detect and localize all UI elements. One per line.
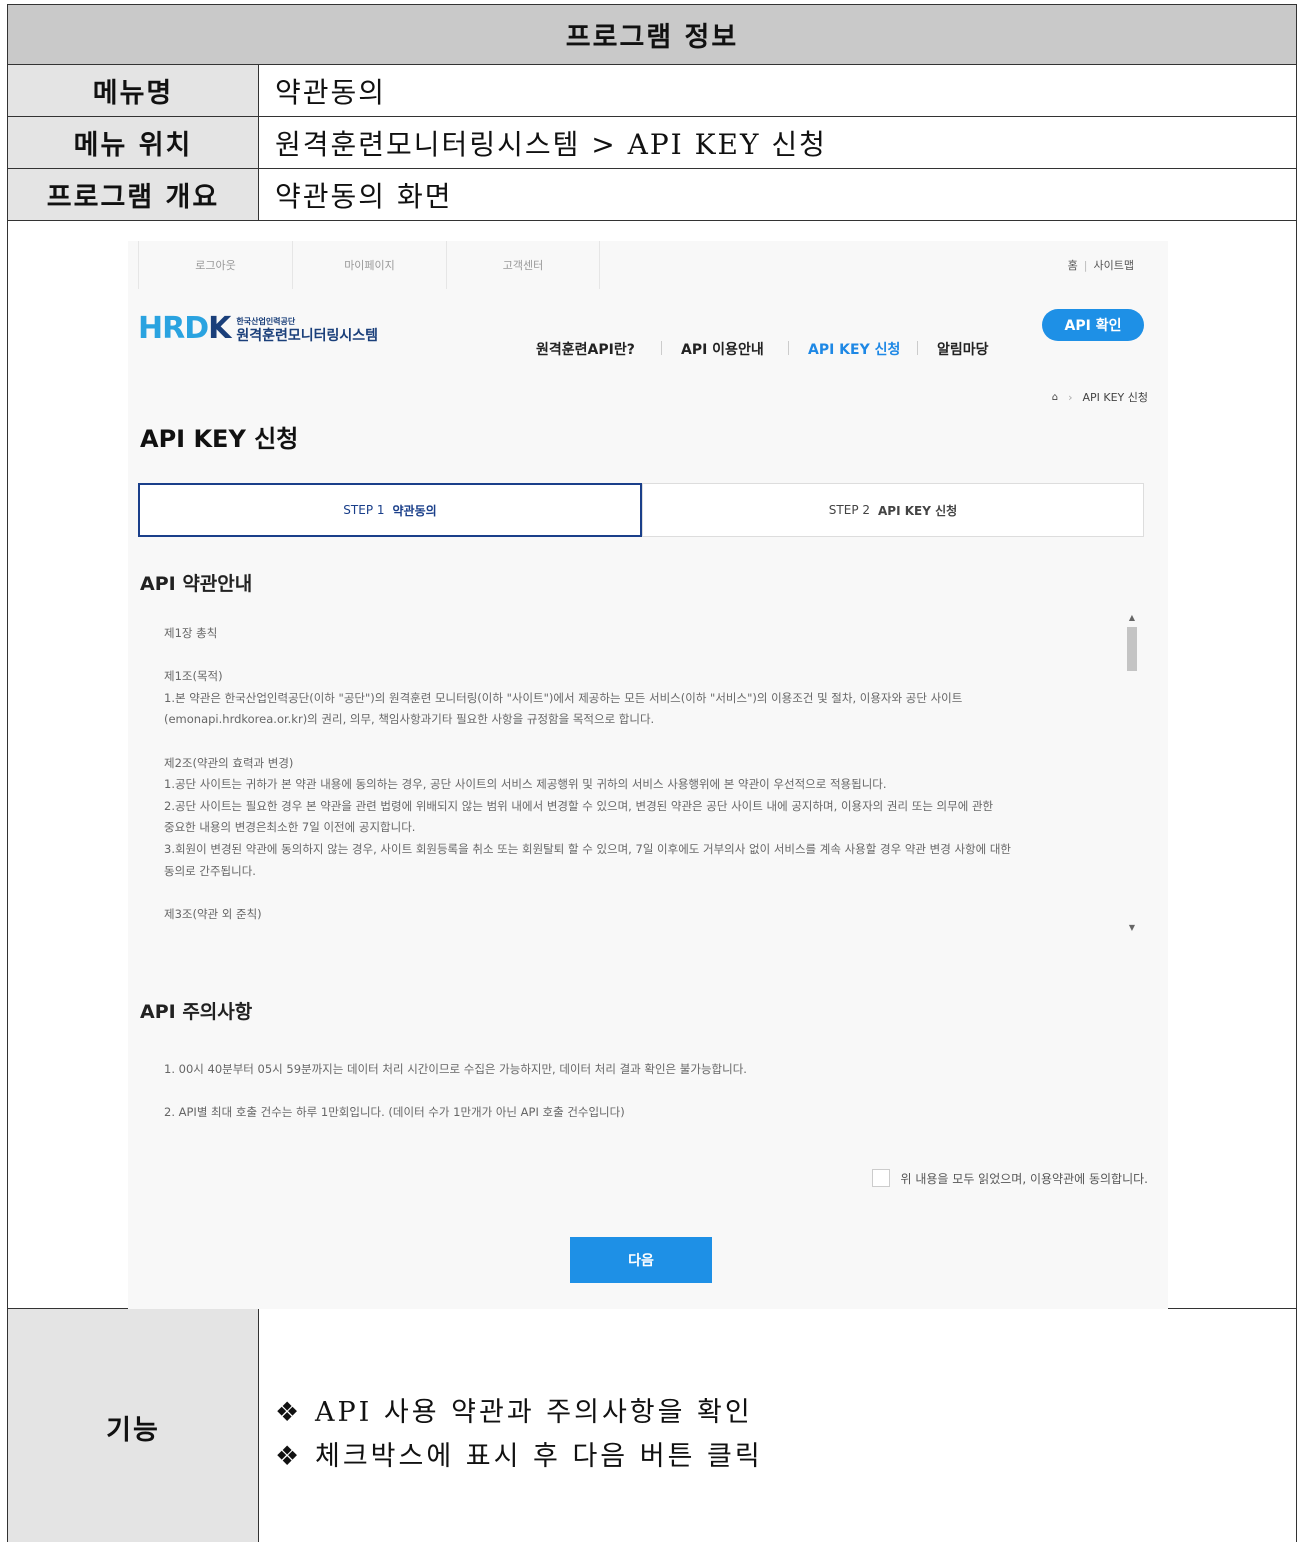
terms-line: 제3조(약관 외 준칙) (164, 906, 262, 921)
step-indicator: STEP 1 약관동의 STEP 2 API KEY 신청 (138, 483, 1144, 537)
terms-line: (emonapi.hrdkorea.or.kr)의 권리, 의무, 책임사항과기… (164, 712, 655, 727)
terms-agreement-screen: 로그아웃 마이페이지 고객센터 홈 | 사이트맵 HRDK 한국산업인력공단 원격훈… (128, 241, 1168, 1309)
terms-line: 제1조(목적) (164, 669, 223, 684)
terms-line: 1.공단 사이트는 귀하가 본 약관 내용에 동의하는 경우, 공단 사이트의 … (164, 777, 887, 792)
program-summary-label: 프로그램 개요 (8, 169, 259, 220)
terms-line: 제1장 총칙 (164, 626, 218, 640)
menu-name-label: 메뉴명 (8, 65, 259, 116)
nav-item-about[interactable]: 원격훈련API란? (536, 339, 635, 359)
nav-item-notice[interactable]: 알림마당 (937, 339, 989, 359)
function-list: ❖ API 사용 약관과 주의사항을 확인 ❖ 체크박스에 표시 후 다음 버튼 클… (275, 1391, 763, 1479)
notice-item: 2. API별 최대 호출 건수는 하루 1만회입니다. (데이터 수가 1만개… (164, 1105, 625, 1119)
utility-right-links: 홈 | 사이트맵 (1067, 259, 1134, 272)
nav-item-api-key[interactable]: API KEY 신청 (808, 339, 900, 359)
function-item: ❖ API 사용 약관과 주의사항을 확인 (275, 1391, 763, 1435)
mypage-link[interactable]: 마이페이지 (292, 241, 446, 289)
page-title: API KEY 신청 (140, 425, 299, 453)
scroll-up-icon[interactable]: ▲ (1124, 609, 1140, 625)
agree-checkbox-row[interactable]: 위 내용을 모두 읽었으며, 이용약관에 동의합니다. (872, 1169, 1148, 1187)
notice-item: 1. 00시 40분부터 05시 59분까지는 데이터 처리 시간이므로 수집은… (164, 1062, 747, 1076)
menu-location-value: 원격훈련모니터링시스템 > API KEY 신청 (275, 127, 827, 161)
terms-line: 제2조(약관의 효력과 변경) (164, 755, 294, 770)
step-2-number: STEP 2 (828, 503, 871, 517)
breadcrumb: ⌂ › API KEY 신청 (1052, 389, 1148, 405)
sitemap-link[interactable]: 사이트맵 (1094, 259, 1134, 272)
next-button[interactable]: 다음 (570, 1237, 712, 1283)
step-1-number: STEP 1 (343, 503, 385, 517)
breadcrumb-current: API KEY 신청 (1082, 391, 1148, 404)
customer-center-link[interactable]: 고객센터 (446, 241, 600, 289)
logout-link[interactable]: 로그아웃 (138, 241, 292, 289)
terms-section-title: API 약관안내 (140, 573, 253, 595)
step-1: STEP 1 약관동의 (138, 483, 642, 537)
terms-gap (164, 731, 1114, 753)
nav-item-guide[interactable]: API 이용안내 (681, 339, 764, 359)
program-info-table: 프로그램 정보 메뉴명 약관동의 메뉴 위치 원격훈련모니터링시스템 > API… (7, 4, 1297, 1542)
terms-gap (164, 882, 1114, 904)
terms-scroll-box[interactable]: 제1장 총칙제1조(목적) 1.본 약관은 한국산업인력공단(이하 "공단")의 … (138, 605, 1144, 939)
terms-line: 2.공단 사이트는 필요한 경우 본 약관을 관련 법령에 위배되지 않는 범위… (164, 798, 994, 813)
menu-name-value: 약관동의 (275, 75, 387, 109)
step-2: STEP 2 API KEY 신청 (642, 483, 1144, 537)
program-summary-value: 약관동의 화면 (275, 179, 453, 213)
diamond-bullet-icon: ❖ (275, 1397, 303, 1428)
nav-divider (917, 341, 918, 355)
terms-gap (164, 645, 1114, 667)
menu-location-label: 메뉴 위치 (8, 117, 259, 168)
diamond-bullet-icon: ❖ (275, 1441, 303, 1472)
function-item: ❖ 체크박스에 표시 후 다음 버튼 클릭 (275, 1435, 763, 1479)
step-1-label: 약관동의 (392, 503, 437, 518)
function-label: 기능 (8, 1309, 259, 1542)
terms-scrollbar[interactable]: ▲ ▼ (1124, 605, 1140, 939)
logo-org-name: 한국산업인력공단 (236, 316, 296, 326)
utility-bar: 로그아웃 마이페이지 고객센터 홈 | 사이트맵 (128, 241, 1168, 289)
hrdk-logo[interactable]: HRDK 한국산업인력공단 원격훈련모니터링시스템 (138, 311, 378, 346)
notice-section-title: API 주의사항 (140, 1001, 253, 1023)
logo-text: 한국산업인력공단 원격훈련모니터링시스템 (236, 315, 378, 343)
menu-name-row: 메뉴명 약관동의 (8, 65, 1296, 117)
menu-location-row: 메뉴 위치 원격훈련모니터링시스템 > API KEY 신청 (8, 117, 1296, 169)
function-row: 기능 ❖ API 사용 약관과 주의사항을 확인 ❖ 체크박스에 표시 후 다음 버… (8, 1309, 1296, 1542)
agree-checkbox[interactable] (872, 1169, 891, 1187)
terms-line: 3.회원이 변경된 약관에 동의하지 않는 경우, 사이트 회원등록을 취소 또… (164, 841, 1012, 856)
home-icon[interactable]: ⌂ (1052, 392, 1058, 403)
agree-label[interactable]: 위 내용을 모두 읽었으며, 이용약관에 동의합니다. (900, 1170, 1148, 1187)
breadcrumb-separator-icon: › (1068, 390, 1073, 404)
nav-divider (788, 341, 789, 355)
step-2-label: API KEY 신청 (878, 503, 958, 518)
logo-system-name: 원격훈련모니터링시스템 (236, 327, 379, 344)
table-header: 프로그램 정보 (8, 5, 1296, 65)
terms-text: 제1장 총칙제1조(목적) 1.본 약관은 한국산업인력공단(이하 "공단")의 … (164, 623, 1114, 925)
terms-line: 1.본 약관은 한국산업인력공단(이하 "공단")의 원격훈련 모니터링(이하 … (164, 690, 963, 705)
terms-line: 중요한 내용의 변경은최소한 7일 이전에 공지합니다. (164, 820, 416, 835)
scroll-thumb[interactable] (1127, 627, 1137, 671)
nav-divider (661, 341, 662, 355)
program-summary-row: 프로그램 개요 약관동의 화면 (8, 169, 1296, 221)
scroll-down-icon[interactable]: ▼ (1124, 919, 1140, 935)
terms-line: 동의로 간주됩니다. (164, 863, 256, 878)
screenshot-row: 로그아웃 마이페이지 고객센터 홈 | 사이트맵 HRDK 한국산업인력공단 원격훈… (8, 221, 1296, 1309)
home-link[interactable]: 홈 (1068, 259, 1078, 272)
api-check-button[interactable]: API 확인 (1042, 309, 1144, 341)
logo-mark: HRDK (138, 311, 231, 346)
